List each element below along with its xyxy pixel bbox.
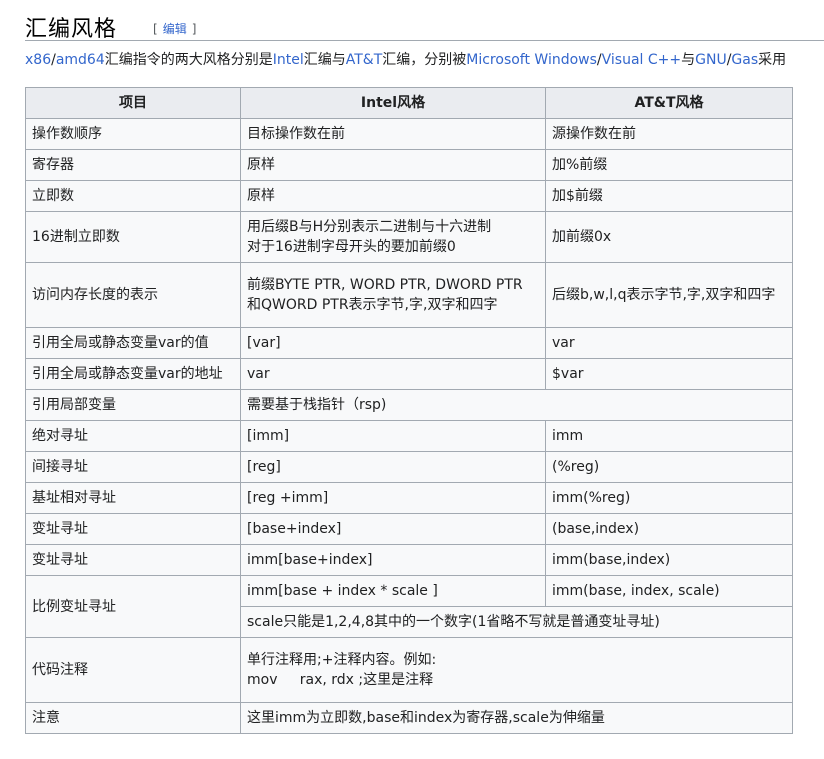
intel-cell: [var] <box>240 327 546 359</box>
link-gas[interactable]: Gas <box>731 52 758 68</box>
link-visual-cpp[interactable]: Visual C++ <box>602 52 681 68</box>
table-row: 间接寻址 [reg] (%reg) <box>25 451 793 483</box>
intel-cell: 目标操作数在前 <box>240 118 546 150</box>
row-label: 立即数 <box>25 180 241 212</box>
header-item: 项目 <box>25 87 241 119</box>
comment-line: mov rax, rdx ;这里是注释 <box>247 672 434 688</box>
att-cell: imm(base, index, scale) <box>545 575 793 607</box>
intel-cell: [base+index] <box>240 513 546 545</box>
table-row: 比例变址寻址 imm[base + index * scale ] imm(ba… <box>25 575 793 638</box>
intro-text: 采用 <box>758 52 787 68</box>
att-cell: 加%前缀 <box>545 149 793 181</box>
row-label: 代码注释 <box>25 637 241 703</box>
link-intel[interactable]: Intel <box>273 52 304 68</box>
row-label: 基址相对寻址 <box>25 482 241 514</box>
edit-bracket-open: [ <box>153 22 158 36</box>
table-row: 访问内存长度的表示 前缀BYTE PTR, WORD PTR, DWORD PT… <box>25 262 793 328</box>
edit-link[interactable]: 编辑 <box>163 22 187 36</box>
row-label: 寄存器 <box>25 149 241 181</box>
intel-line: 和QWORD PTR表示字节,字,双字和四字 <box>247 297 498 313</box>
table-row: 引用全局或静态变量var的地址 var $var <box>25 358 793 390</box>
table-row: 引用局部变量 需要基于栈指针（rsp) <box>25 389 793 421</box>
att-cell: imm(base,index) <box>545 544 793 576</box>
intel-cell: var <box>240 358 546 390</box>
att-cell: 后缀b,w,l,q表示字节,字,双字和四字 <box>545 262 793 328</box>
merged-cell: scale只能是1,2,4,8其中的一个数字(1省略不写就是普通变址寻址) <box>240 606 793 638</box>
header-intel: Intel风格 <box>240 87 546 119</box>
edit-section: [ 编辑] <box>153 20 196 37</box>
intel-cell: 用后缀B与H分别表示二进制与十六进制 对于16进制字母开头的要加前缀0 <box>240 211 546 263</box>
att-cell: (%reg) <box>545 451 793 483</box>
merged-cell: 这里imm为立即数,base和index为寄存器,scale为伸缩量 <box>240 702 793 734</box>
merged-cell: 单行注释用;+注释内容。例如: mov rax, rdx ;这里是注释 <box>240 637 793 703</box>
intel-line: 对于16进制字母开头的要加前缀0 <box>247 239 456 255</box>
comment-line: 单行注释用;+注释内容。例如: <box>247 652 437 668</box>
table-header-row: 项目 Intel风格 AT&T风格 <box>25 87 793 119</box>
intro-paragraph: x86/amd64汇编指令的两大风格分别是Intel汇编与AT&T汇编，分别被M… <box>25 50 824 70</box>
table-row: 立即数 原样 加$前缀 <box>25 180 793 212</box>
intel-line: 用后缀B与H分别表示二进制与十六进制 <box>247 219 492 235</box>
section-heading: 汇编风格 [ 编辑] <box>25 8 824 42</box>
link-x86[interactable]: x86 <box>25 52 51 68</box>
intel-cell: 原样 <box>240 149 546 181</box>
table-row: 寄存器 原样 加%前缀 <box>25 149 793 181</box>
intel-cell: 前缀BYTE PTR, WORD PTR, DWORD PTR 和QWORD PT… <box>240 262 546 328</box>
intel-cell: imm[base + index * scale ] <box>240 575 546 607</box>
att-cell: imm <box>545 420 793 452</box>
table-row: 16进制立即数 用后缀B与H分别表示二进制与十六进制 对于16进制字母开头的要加前… <box>25 211 793 263</box>
att-cell: imm(%reg) <box>545 482 793 514</box>
row-label: 引用局部变量 <box>25 389 241 421</box>
header-att: AT&T风格 <box>545 87 793 119</box>
att-cell: 加$前缀 <box>545 180 793 212</box>
edit-bracket-close: ] <box>191 22 197 36</box>
intel-cell: [reg +imm] <box>240 482 546 514</box>
table-row: 注意 这里imm为立即数,base和index为寄存器,scale为伸缩量 <box>25 702 793 734</box>
table-row: 变址寻址 [base+index] (base,index) <box>25 513 793 545</box>
intro-text: 汇编，分别被 <box>382 52 467 68</box>
row-label: 绝对寻址 <box>25 420 241 452</box>
att-cell: $var <box>545 358 793 390</box>
att-cell: var <box>545 327 793 359</box>
intel-cell: 原样 <box>240 180 546 212</box>
row-label: 注意 <box>25 702 241 734</box>
link-microsoft-windows[interactable]: Microsoft Windows <box>466 52 597 68</box>
intel-cell: imm[base+index] <box>240 544 546 576</box>
att-cell: 源操作数在前 <box>545 118 793 150</box>
intel-cell: [reg] <box>240 451 546 483</box>
row-label: 变址寻址 <box>25 544 241 576</box>
table-row: 变址寻址 imm[base+index] imm(base,index) <box>25 544 793 576</box>
merged-cell: 需要基于栈指针（rsp) <box>240 389 793 421</box>
asm-style-table: 项目 Intel风格 AT&T风格 操作数顺序 目标操作数在前 源操作数在前 寄… <box>25 87 793 734</box>
row-label: 比例变址寻址 <box>25 575 241 638</box>
intel-cell: [imm] <box>240 420 546 452</box>
link-att[interactable]: AT&T <box>346 52 383 68</box>
table-row: 基址相对寻址 [reg +imm] imm(%reg) <box>25 482 793 514</box>
intel-line: 前缀BYTE PTR, WORD PTR, DWORD PTR <box>247 277 523 293</box>
row-label: 操作数顺序 <box>25 118 241 150</box>
section-title: 汇编风格 <box>25 17 118 42</box>
link-gnu[interactable]: GNU <box>695 52 727 68</box>
row-label: 间接寻址 <box>25 451 241 483</box>
table-row: 绝对寻址 [imm] imm <box>25 420 793 452</box>
att-cell: (base,index) <box>545 513 793 545</box>
row-label: 变址寻址 <box>25 513 241 545</box>
intro-text: 与 <box>681 52 696 68</box>
row-label: 16进制立即数 <box>25 211 241 263</box>
table-row: 引用全局或静态变量var的值 [var] var <box>25 327 793 359</box>
row-label: 访问内存长度的表示 <box>25 262 241 328</box>
row-label: 引用全局或静态变量var的地址 <box>25 358 241 390</box>
att-cell: 加前缀0x <box>545 211 793 263</box>
table-row: 代码注释 单行注释用;+注释内容。例如: mov rax, rdx ;这里是注释 <box>25 637 793 703</box>
row-label: 引用全局或静态变量var的值 <box>25 327 241 359</box>
table-row: 操作数顺序 目标操作数在前 源操作数在前 <box>25 118 793 150</box>
intro-text: 汇编与 <box>303 52 346 68</box>
link-amd64[interactable]: amd64 <box>56 52 105 68</box>
intro-text: 汇编指令的两大风格分别是 <box>104 52 273 68</box>
